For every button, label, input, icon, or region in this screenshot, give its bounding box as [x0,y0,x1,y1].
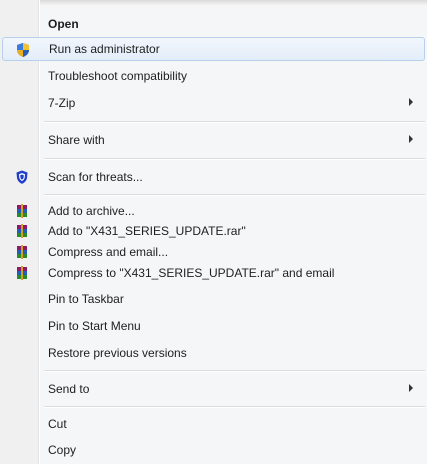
menu-item-label: 7-Zip [48,96,76,110]
menu-item-label: Compress to "X431_SERIES_UPDATE.rar" and… [48,266,335,280]
menu-separator [44,406,425,408]
menu-item-run-as-administrator[interactable]: Run as administrator [2,37,425,61]
menu-item-cut[interactable]: Cut [2,412,425,436]
context-menu: Open Run as administrator Troubleshoot c… [0,0,427,464]
winrar-icon [14,244,30,260]
menu-item-label: Open [48,17,79,31]
menu-item-send-to[interactable]: Send to [2,377,425,401]
winrar-icon [14,223,30,239]
menu-separator [44,370,425,372]
menu-item-troubleshoot-compatibility[interactable]: Troubleshoot compatibility [2,64,425,88]
menu-item-compress-to-rar-and-email[interactable]: Compress to "X431_SERIES_UPDATE.rar" and… [2,261,425,285]
submenu-arrow-icon [409,98,413,106]
menu-item-label: Add to archive... [48,204,135,218]
menu-item-label: Run as administrator [49,42,160,56]
menu-top-edge [0,0,427,6]
menu-item-label: Add to "X431_SERIES_UPDATE.rar" [48,224,246,238]
menu-item-label: Pin to Start Menu [48,319,141,333]
menu-item-pin-to-start-menu[interactable]: Pin to Start Menu [2,314,425,338]
menu-separator [44,194,425,196]
submenu-arrow-icon [409,384,413,392]
menu-separator [44,121,425,123]
menu-item-label: Share with [48,133,105,147]
submenu-arrow-icon [409,135,413,143]
menu-item-label: Pin to Taskbar [48,292,124,306]
winrar-icon [14,203,30,219]
menu-item-label: Restore previous versions [48,346,187,360]
menu-item-label: Scan for threats... [48,170,143,184]
menu-item-label: Troubleshoot compatibility [48,69,187,83]
winrar-icon [14,265,30,281]
menu-item-share-with[interactable]: Share with [2,128,425,152]
antivirus-shield-icon [14,169,30,185]
menu-item-label: Send to [48,382,90,396]
menu-item-restore-previous-versions[interactable]: Restore previous versions [2,341,425,365]
menu-item-7zip[interactable]: 7-Zip [2,91,425,115]
menu-separator [44,158,425,160]
menu-item-open[interactable]: Open [2,12,425,36]
menu-item-label: Compress and email... [48,245,169,259]
menu-item-copy[interactable]: Copy [2,438,425,462]
menu-item-pin-to-taskbar[interactable]: Pin to Taskbar [2,287,425,311]
uac-shield-icon [15,42,31,58]
menu-item-scan-for-threats[interactable]: Scan for threats... [2,165,425,189]
menu-item-label: Copy [48,443,77,457]
menu-item-label: Cut [48,417,67,431]
